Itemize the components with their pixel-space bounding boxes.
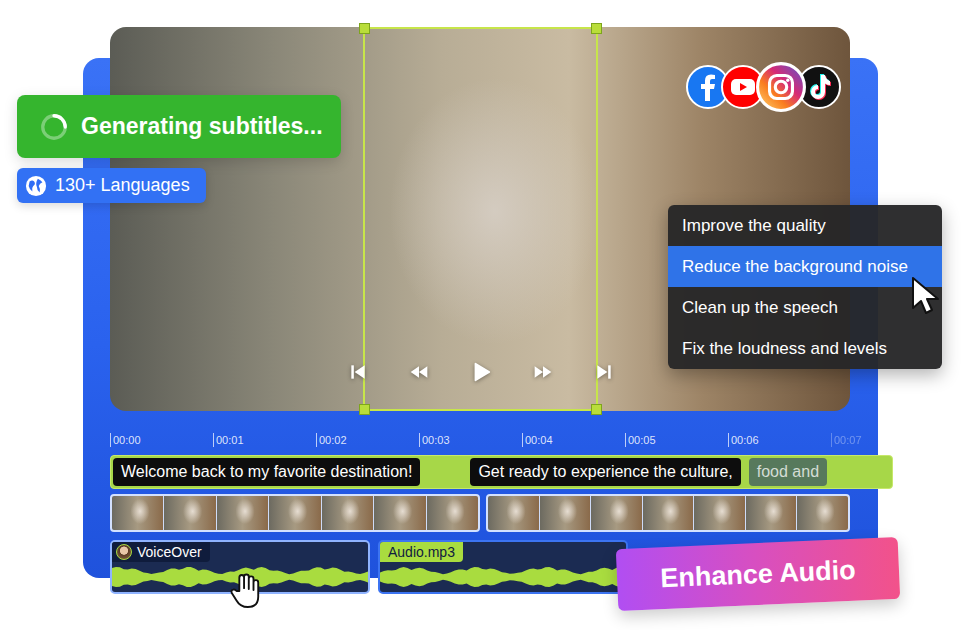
video-thumbnail <box>374 496 425 530</box>
crop-handle[interactable] <box>359 23 370 34</box>
language-badge: 130+ Languages <box>17 168 206 203</box>
subtitle-chip[interactable]: Get ready to experience the culture, <box>470 458 740 486</box>
mouse-cursor-icon <box>910 276 942 316</box>
video-thumbnail <box>591 496 642 530</box>
video-thumbnail <box>797 496 848 530</box>
audio-label: VoiceOver <box>112 542 210 562</box>
crop-handle[interactable] <box>359 404 370 415</box>
video-thumbnail <box>269 496 320 530</box>
waveform-icon <box>380 562 626 592</box>
subtitle-chip[interactable]: food and <box>749 458 827 486</box>
menu-item[interactable]: Fix the loudness and levels <box>668 328 942 369</box>
menu-item[interactable]: Reduce the background noise <box>668 246 942 287</box>
fast-forward-icon[interactable] <box>533 362 553 382</box>
menu-item[interactable]: Improve the quality <box>668 205 942 246</box>
time-tick: 00:00 <box>110 433 213 447</box>
player-controls <box>348 361 614 383</box>
status-badge: Generating subtitles... <box>17 95 341 158</box>
time-tick: 00:06 <box>728 433 831 447</box>
video-thumbnail <box>746 496 797 530</box>
video-thumbnail <box>112 496 163 530</box>
video-thumbnail <box>694 496 745 530</box>
video-thumbnail <box>322 496 373 530</box>
crop-box[interactable] <box>363 27 598 411</box>
audio-label: Audio.mp3 <box>380 542 463 562</box>
time-tick: 00:05 <box>625 433 728 447</box>
rewind-icon[interactable] <box>409 362 429 382</box>
time-tick: 00:04 <box>522 433 625 447</box>
time-ruler: 00:0000:0100:0200:0300:0400:0500:0600:07 <box>110 433 893 447</box>
video-thumbnail <box>643 496 694 530</box>
time-tick: 00:01 <box>213 433 316 447</box>
skip-back-icon[interactable] <box>348 362 368 382</box>
enhance-audio-button[interactable]: Enhance Audio <box>616 537 900 611</box>
video-clip[interactable] <box>110 494 480 532</box>
crop-handle[interactable] <box>591 404 602 415</box>
hand-cursor-icon <box>228 572 262 610</box>
video-track <box>110 494 893 532</box>
globe-icon <box>25 175 47 197</box>
audio-clip[interactable]: Audio.mp3 <box>378 540 628 594</box>
video-clip[interactable] <box>486 494 850 532</box>
crop-handle[interactable] <box>591 23 602 34</box>
video-thumbnail <box>427 496 478 530</box>
avatar-icon <box>116 544 132 560</box>
audio-menu: Improve the qualityReduce the background… <box>668 205 942 369</box>
video-thumbnail <box>488 496 539 530</box>
social-icons <box>686 62 841 112</box>
instagram-icon[interactable] <box>756 62 806 112</box>
subtitle-track[interactable]: Welcome back to my favorite destination!… <box>110 455 893 489</box>
spinner-icon <box>39 112 69 142</box>
time-tick: 00:07 <box>831 433 934 447</box>
video-thumbnail <box>164 496 215 530</box>
time-tick: 00:03 <box>419 433 522 447</box>
skip-forward-icon[interactable] <box>594 362 614 382</box>
play-icon[interactable] <box>470 361 492 383</box>
menu-item[interactable]: Clean up the speech <box>668 287 942 328</box>
time-tick: 00:02 <box>316 433 419 447</box>
subtitle-chip[interactable]: Welcome back to my favorite destination! <box>113 458 420 486</box>
video-thumbnail <box>217 496 268 530</box>
video-thumbnail <box>540 496 591 530</box>
editor-promo: 00:0000:0100:0200:0300:0400:0500:0600:07… <box>0 0 963 630</box>
